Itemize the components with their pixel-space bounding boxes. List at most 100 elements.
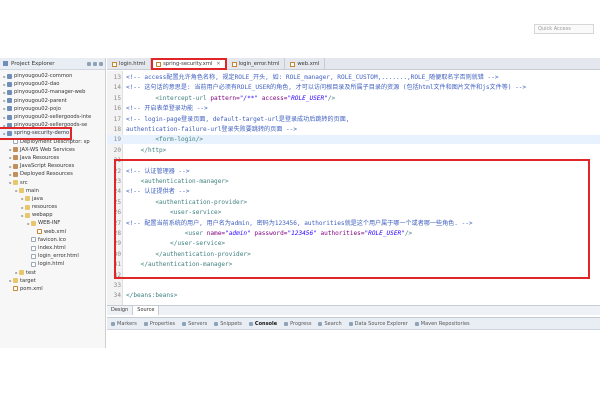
project-explorer-title: Project Explorer	[11, 60, 55, 67]
tree-item[interactable]: pom.xml	[0, 285, 105, 293]
collapse-all-icon[interactable]	[87, 61, 91, 66]
code-text: <form-login/>	[126, 136, 204, 144]
project-tree: ▸ pinyougou02-common ▸ pinyougou02-dao ▸ piny…	[0, 70, 105, 293]
tree-item[interactable]: ▸ pinyougou02-sellergoods-se	[0, 121, 105, 129]
bottom-tab[interactable]: Data Source Explorer	[348, 321, 408, 327]
line-number: 26	[113, 209, 121, 217]
explorer-icon	[3, 61, 8, 66]
tree-item-label: target	[20, 277, 36, 284]
tree-item[interactable]: ▸ pinyougou02-manager-web	[0, 88, 105, 96]
view-icon	[111, 321, 115, 326]
tree-item[interactable]: ▸ pinyougou02-common	[0, 72, 105, 80]
tree-item[interactable]: ▸ Deployed Resources	[0, 170, 105, 178]
tree-item[interactable]: ▸ pinyougou02-dao	[0, 80, 105, 88]
code-text: </http>	[126, 146, 167, 154]
view-mode-tab[interactable]: Source	[133, 306, 160, 315]
tree-item-label: Deployed Resources	[20, 171, 73, 178]
folder-icon	[13, 180, 18, 186]
bottom-tab[interactable]: Snippets	[214, 321, 242, 327]
line-number: 19	[113, 136, 121, 144]
code-editor[interactable]: 13 <!-- access配置允许角色名称, 规定ROLE_开头, 如: ROL…	[107, 71, 600, 306]
tree-item[interactable]: ▸ JAX-WS Web Services	[0, 146, 105, 154]
folder-icon	[19, 270, 24, 276]
tree-item[interactable]: ▸ test	[0, 269, 105, 277]
bottom-tab[interactable]: Markers	[111, 321, 137, 327]
close-tab-icon[interactable]: ✕	[216, 61, 220, 67]
tree-item[interactable]: ▸ main	[0, 187, 105, 195]
link-editor-icon[interactable]	[93, 61, 97, 66]
lib-icon	[13, 147, 18, 153]
tree-item[interactable]: index.html	[0, 244, 105, 252]
tree-item[interactable]: login_error.html	[0, 252, 105, 260]
line-number: 14	[113, 84, 121, 92]
editor-tab[interactable]: login_error.html	[227, 58, 286, 70]
tree-item-label: web.xml	[44, 228, 66, 235]
editor-tabs: login.html spring-security.xml ✕ login_erro…	[107, 58, 600, 70]
proj-icon	[7, 122, 12, 128]
tree-item-label: login.html	[38, 261, 65, 268]
file-icon	[31, 253, 36, 259]
toolbar-area: Quick Access	[0, 0, 600, 48]
code-text: </authentication-manager>	[126, 261, 233, 269]
view-menu-icon[interactable]	[99, 61, 103, 66]
view-icon	[318, 321, 323, 326]
editor-tab[interactable]: login.html	[107, 58, 152, 70]
code-text: </authentication-provider>	[126, 250, 251, 258]
view-mode-tab[interactable]: Design	[107, 306, 134, 315]
code-text: <!-- 认证提供者 -->	[126, 188, 190, 196]
proj-icon	[7, 89, 12, 95]
tree-item[interactable]: ▸ pinyougou02-pojo	[0, 105, 105, 113]
bottom-tab-label: Console	[254, 320, 278, 327]
file-icon	[13, 139, 18, 145]
quick-access-input[interactable]: Quick Access	[534, 24, 594, 34]
line-number: 13	[113, 74, 121, 81]
tree-item[interactable]: ▸ webapp	[0, 211, 105, 219]
view-icon	[182, 321, 187, 326]
tree-item[interactable]: ▸ pinyougou02-sellergoods-inte	[0, 113, 105, 121]
code-text: </beans:beans>	[126, 292, 178, 300]
tree-item[interactable]: ▸ target	[0, 277, 105, 285]
bottom-tab[interactable]: Progress	[284, 321, 311, 327]
tree-item[interactable]: ▸ spring-security-demo	[0, 127, 72, 140]
line-number: 17	[113, 115, 121, 123]
tree-item[interactable]: login.html	[0, 260, 105, 268]
tree-item-label: src	[20, 179, 28, 186]
editor-tab-label: web.xml	[297, 61, 320, 67]
project-explorer-header: Project Explorer	[0, 58, 105, 70]
bottom-tab[interactable]: Search	[318, 321, 342, 327]
tree-item[interactable]: favicon.ico	[0, 236, 105, 244]
tree-item-label: Deployment Descriptor: sp	[20, 138, 90, 145]
line-number: 31	[113, 261, 121, 269]
tree-item[interactable]: ▸ java	[0, 195, 105, 203]
tree-item-label: main	[26, 187, 39, 194]
bottom-tab[interactable]: Console	[248, 320, 278, 327]
lib-icon	[13, 155, 18, 161]
code-line: 13 <!-- access配置允许角色名称, 规定ROLE_开头, 如: ROL…	[107, 73, 600, 82]
bottom-panel: Markers Properties Servers Snippets Console P…	[107, 317, 600, 367]
code-line: 22 <!-- 认证管理器 -->	[107, 167, 600, 176]
line-number: 24	[113, 188, 121, 196]
code-line: 32	[107, 271, 600, 280]
tree-item[interactable]: ▸ Java Resources	[0, 154, 105, 162]
tree-item[interactable]: ▸ pinyougou02-parent	[0, 97, 105, 105]
bottom-tab[interactable]: Servers	[182, 321, 207, 327]
line-number: 32	[113, 271, 121, 279]
bottom-tab[interactable]: Properties	[143, 321, 175, 327]
tree-item[interactable]: ▸ resources	[0, 203, 105, 211]
tree-item-label: pinyougou02-sellergoods-inte	[14, 114, 92, 121]
editor-tab-label: login.html	[119, 61, 146, 67]
code-text: <intercept-url pattern="/**" access="ROL…	[126, 94, 336, 102]
line-number: 22	[113, 167, 121, 175]
proj-icon	[7, 98, 12, 104]
editor-tab[interactable]: web.xml	[285, 58, 326, 70]
editor-tab[interactable]: spring-security.xml ✕	[151, 58, 227, 70]
tree-item[interactable]: ▸ JavaScript Resources	[0, 162, 105, 170]
tree-item[interactable]: web.xml	[0, 228, 105, 236]
bottom-tab[interactable]: Maven Repositories	[414, 321, 470, 327]
tree-item[interactable]: ▸ WEB-INF	[0, 219, 105, 227]
folder-icon	[25, 196, 30, 202]
proj-icon	[7, 106, 12, 112]
proj-icon	[7, 81, 12, 87]
tree-item[interactable]: Deployment Descriptor: sp	[0, 138, 105, 146]
tree-item[interactable]: ▸ src	[0, 178, 105, 186]
